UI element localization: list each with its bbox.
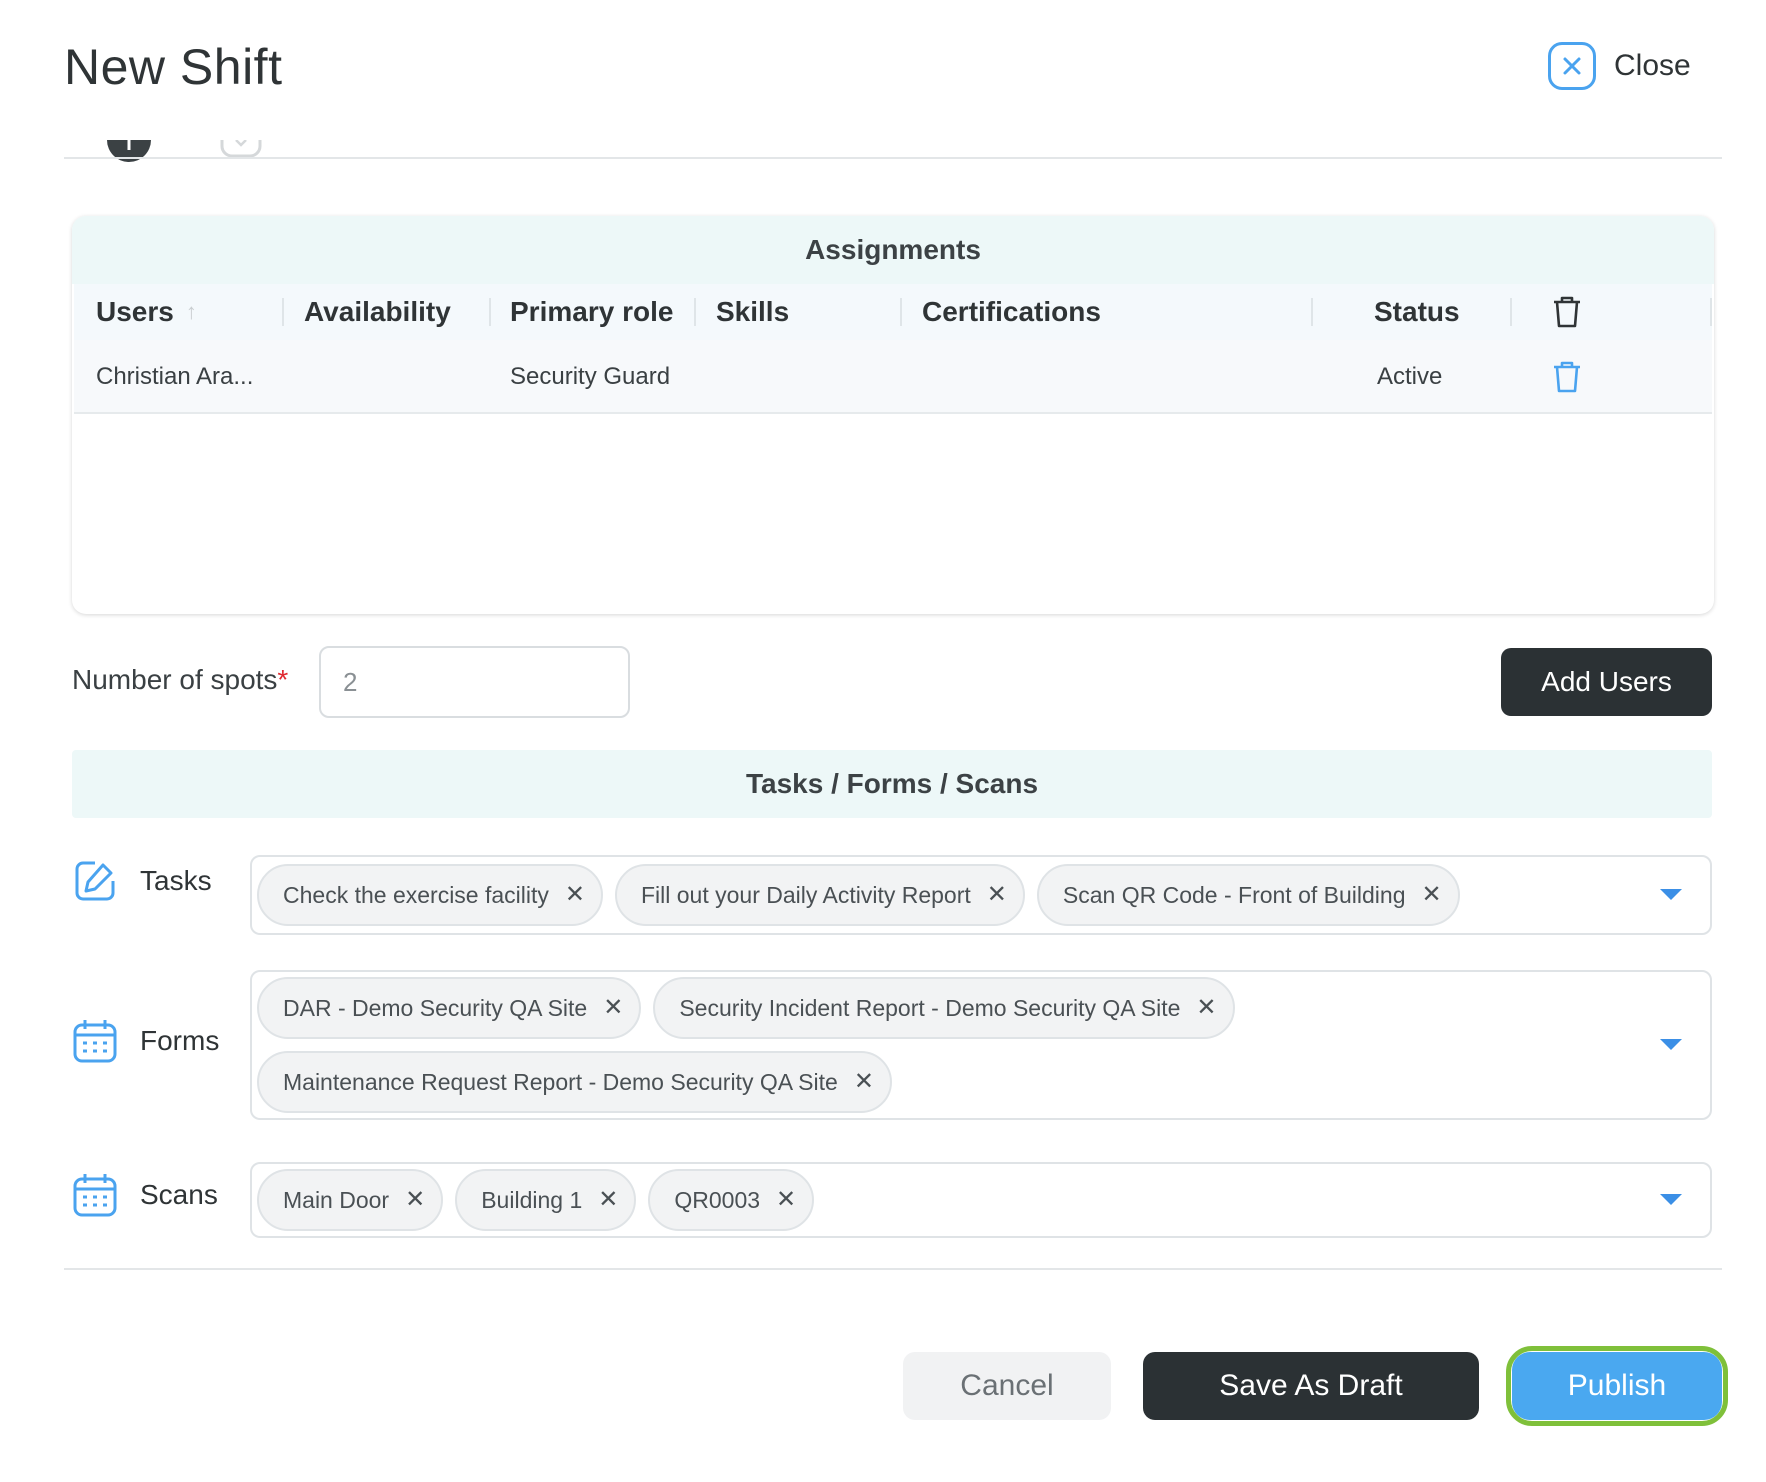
remove-chip-icon[interactable]: ✕ <box>405 1188 425 1212</box>
page-title: New Shift <box>64 39 283 95</box>
add-users-button[interactable]: Add Users <box>1501 648 1712 716</box>
close-button[interactable]: Close <box>1548 42 1691 90</box>
remove-chip-icon[interactable]: ✕ <box>603 996 623 1020</box>
remove-chip-icon[interactable]: ✕ <box>598 1188 618 1212</box>
cell-primary-role: Security Guard <box>510 363 671 390</box>
column-label: Users <box>96 296 174 327</box>
publish-focus-ring: Publish <box>1506 1346 1728 1426</box>
scans-select[interactable]: Main Door ✕ Building 1 ✕ QR0003 ✕ <box>250 1162 1712 1238</box>
chip-label: Maintenance Request Report - Demo Securi… <box>283 1068 838 1095</box>
save-as-draft-button[interactable]: Save As Draft <box>1143 1352 1479 1420</box>
scans-label-group: Scans <box>72 1172 218 1218</box>
edit-icon <box>72 858 118 904</box>
chip-label: QR0003 <box>674 1186 761 1213</box>
column-header-availability[interactable]: Availability <box>304 284 451 340</box>
remove-chip-icon[interactable]: ✕ <box>854 1070 874 1094</box>
close-label: Close <box>1614 49 1691 82</box>
scans-label: Scans <box>140 1179 218 1210</box>
sort-arrow-icon[interactable]: ↑ <box>186 299 197 325</box>
forms-select[interactable]: DAR - Demo Security QA Site ✕ Security In… <box>250 970 1712 1120</box>
column-resizer[interactable] <box>1510 298 1512 326</box>
trash-icon[interactable] <box>1552 340 1582 414</box>
chip-label: Fill out your Daily Activity Report <box>641 881 971 908</box>
tasks-label: Tasks <box>140 865 212 896</box>
assignments-panel: Assignments Users ↑ Availability Primary… <box>72 216 1714 614</box>
chip-label: DAR - Demo Security QA Site <box>283 994 588 1021</box>
header-divider <box>64 157 1722 159</box>
column-resizer[interactable] <box>282 298 284 326</box>
assignments-table-header: Users ↑ Availability Primary role Skills… <box>74 284 1712 340</box>
chevron-down-icon[interactable] <box>1660 1039 1682 1050</box>
form-chip: Maintenance Request Report - Demo Securi… <box>257 1051 892 1113</box>
column-header-certifications[interactable]: Certifications <box>922 284 1101 340</box>
column-header-skills[interactable]: Skills <box>716 284 789 340</box>
form-chip: Security Incident Report - Demo Security… <box>653 977 1235 1039</box>
chevron-down-icon[interactable] <box>1660 889 1682 900</box>
column-header-primary-role[interactable]: Primary role <box>510 284 673 340</box>
column-header-users[interactable]: Users ↑ <box>96 284 197 340</box>
remove-chip-icon[interactable]: ✕ <box>1196 996 1216 1020</box>
chip-label: Main Door <box>283 1186 390 1213</box>
remove-chip-icon[interactable]: ✕ <box>1422 883 1442 907</box>
column-resizer[interactable] <box>1311 298 1313 326</box>
table-row[interactable]: Christian Ara... Security Guard Active <box>74 340 1712 414</box>
trash-icon[interactable] <box>1552 284 1582 340</box>
number-of-spots-input[interactable] <box>319 646 630 718</box>
form-chip: DAR - Demo Security QA Site ✕ <box>257 977 642 1039</box>
calendar-icon <box>72 1018 118 1064</box>
forms-label-group: Forms <box>72 1018 219 1064</box>
column-header-status[interactable]: Status <box>1374 284 1460 340</box>
close-icon <box>1548 42 1596 90</box>
remove-chip-icon[interactable]: ✕ <box>987 883 1007 907</box>
task-chip: Check the exercise facility ✕ <box>257 864 603 926</box>
column-resizer[interactable] <box>694 298 696 326</box>
chevron-down-icon[interactable] <box>1660 1194 1682 1205</box>
chip-label: Scan QR Code - Front of Building <box>1062 881 1406 908</box>
chip-label: Security Incident Report - Demo Security… <box>679 994 1181 1021</box>
scan-chip: Main Door ✕ <box>257 1169 444 1231</box>
scan-chip: QR0003 ✕ <box>648 1169 815 1231</box>
spots-label: Number of spots* <box>72 664 288 696</box>
cell-user: Christian Ara... <box>96 363 254 390</box>
task-chip: Fill out your Daily Activity Report ✕ <box>615 864 1025 926</box>
assignments-title: Assignments <box>72 216 1714 284</box>
column-resizer[interactable] <box>900 298 902 326</box>
scan-chip: Building 1 ✕ <box>455 1169 637 1231</box>
column-resizer[interactable] <box>489 298 491 326</box>
required-marker: * <box>277 664 289 695</box>
task-chip: Scan QR Code - Front of Building ✕ <box>1036 864 1460 926</box>
remove-chip-icon[interactable]: ✕ <box>776 1188 796 1212</box>
publish-button[interactable]: Publish <box>1512 1352 1722 1420</box>
tasks-select[interactable]: Check the exercise facility ✕ Fill out yo… <box>250 855 1712 935</box>
chip-label: Building 1 <box>481 1186 583 1213</box>
chip-label: Check the exercise facility <box>283 881 549 908</box>
cell-status: Active <box>1377 363 1443 390</box>
cancel-button[interactable]: Cancel <box>903 1352 1111 1420</box>
remove-step-icon <box>219 140 263 178</box>
spots-label-text: Number of spots <box>72 664 278 695</box>
tasks-forms-scans-title: Tasks / Forms / Scans <box>72 750 1712 818</box>
column-resizer[interactable] <box>1710 298 1712 326</box>
add-step-icon <box>107 140 151 178</box>
tasks-label-group: Tasks <box>72 858 212 904</box>
calendar-icon <box>72 1172 118 1218</box>
forms-label: Forms <box>140 1025 220 1056</box>
remove-chip-icon[interactable]: ✕ <box>565 883 585 907</box>
footer-divider <box>64 1268 1722 1270</box>
